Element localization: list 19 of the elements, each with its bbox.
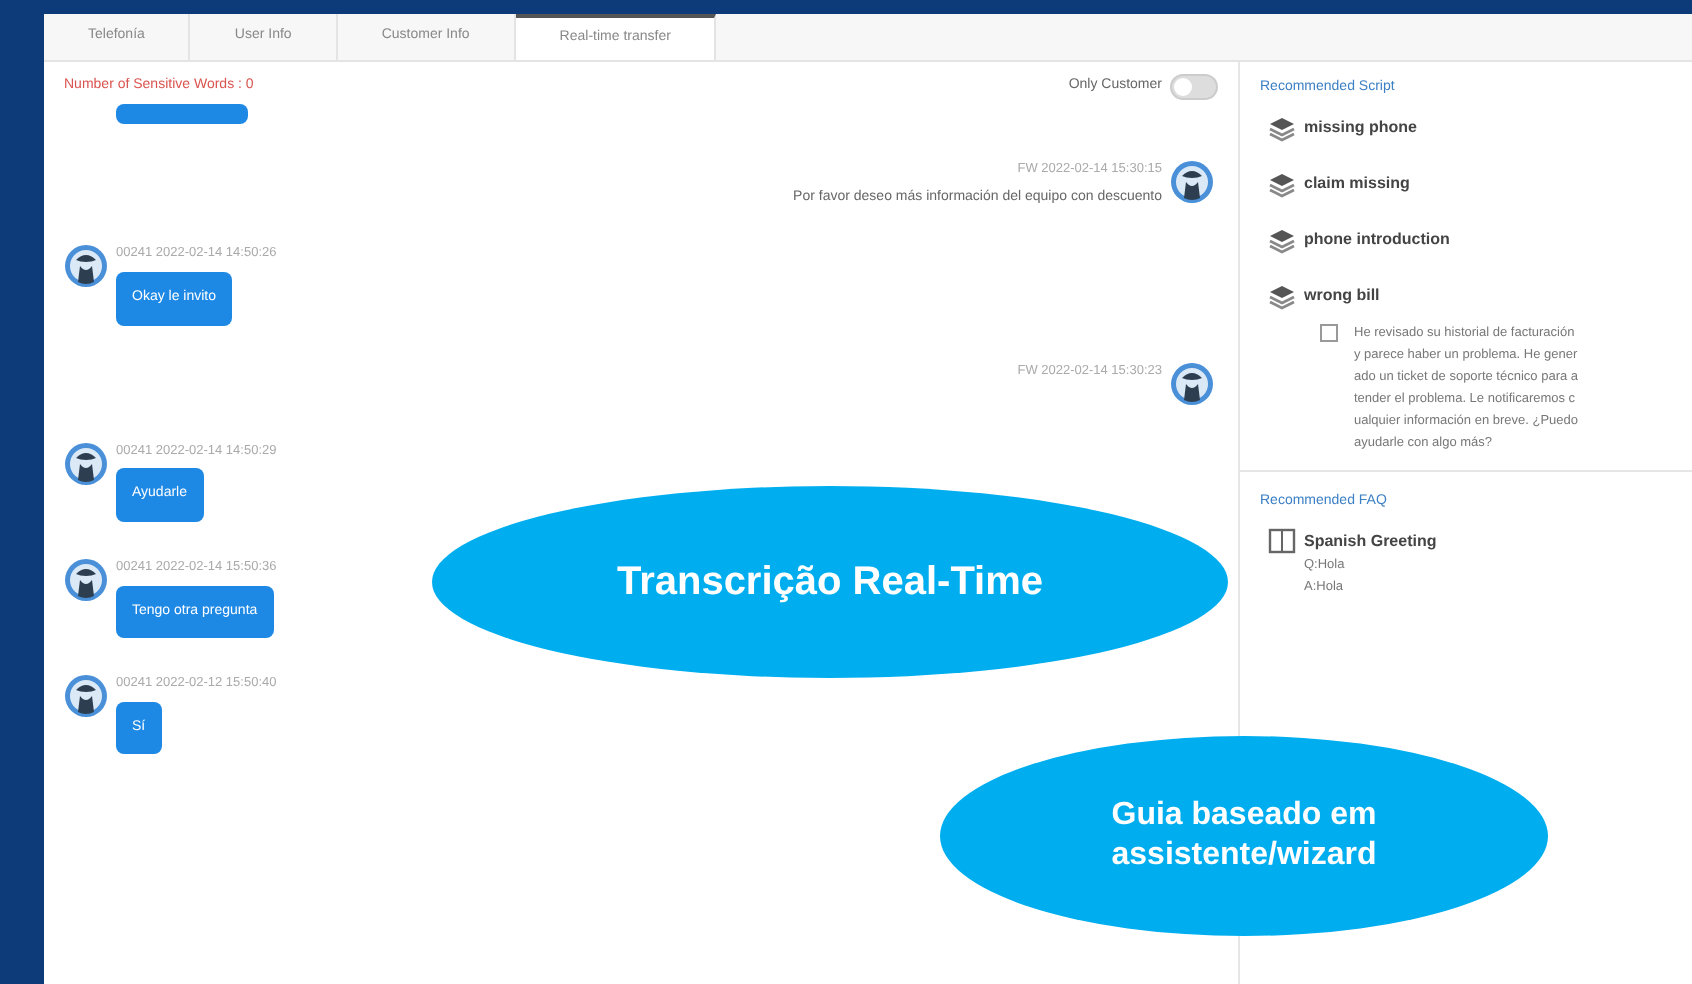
layers-icon bbox=[1268, 115, 1296, 141]
book-icon bbox=[1268, 528, 1296, 554]
layers-icon bbox=[1268, 171, 1296, 197]
avatar-icon bbox=[1170, 160, 1214, 204]
layers-icon bbox=[1268, 283, 1296, 309]
avatar-icon bbox=[1170, 361, 1214, 405]
toggle-switch[interactable] bbox=[1170, 74, 1218, 100]
layers-icon bbox=[1268, 227, 1296, 253]
faq-item[interactable]: Spanish Greeting bbox=[1304, 529, 1437, 553]
script-item[interactable]: wrong bill bbox=[1304, 284, 1380, 308]
avatar-icon bbox=[64, 441, 108, 485]
script-item[interactable]: phone introduction bbox=[1304, 228, 1450, 252]
message-bubble bbox=[116, 104, 248, 124]
checkbox[interactable] bbox=[1320, 323, 1338, 341]
script-item[interactable]: claim missing bbox=[1304, 172, 1410, 196]
avatar-icon bbox=[64, 244, 108, 289]
avatar-icon bbox=[64, 557, 108, 602]
script-item[interactable]: missing phone bbox=[1304, 116, 1417, 140]
avatar-icon bbox=[64, 674, 108, 718]
